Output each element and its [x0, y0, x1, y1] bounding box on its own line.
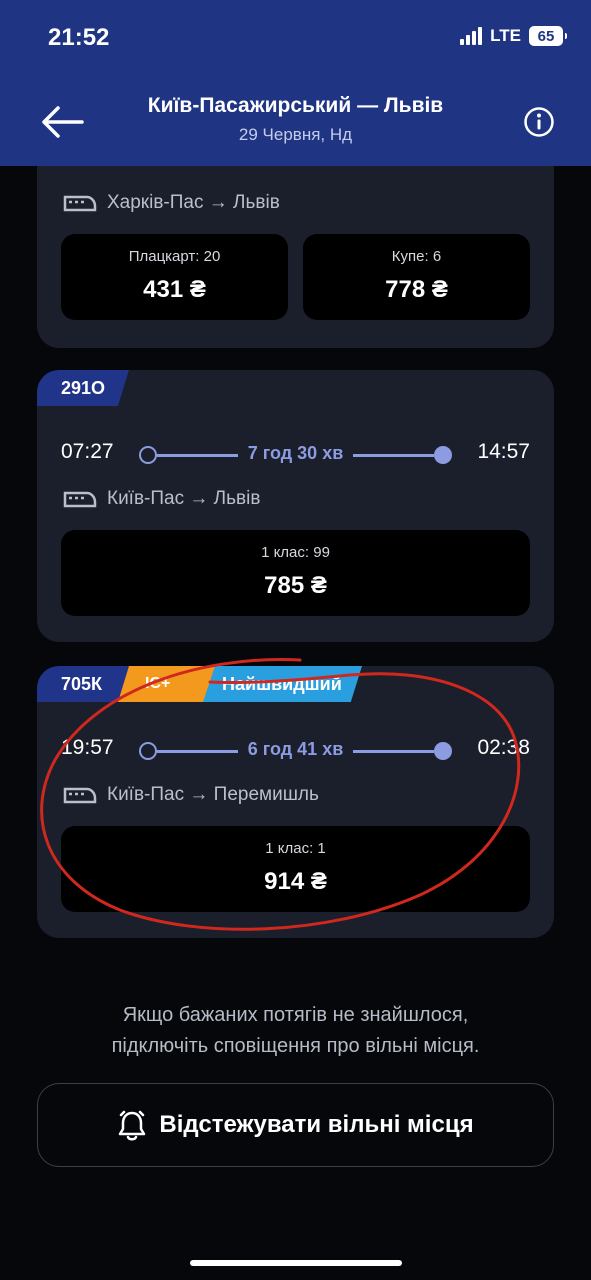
ic-plus-badge: IC+	[115, 666, 215, 702]
note-line: підключіть сповіщення про вільні місця.	[111, 1035, 480, 1057]
info-icon	[524, 107, 554, 137]
page-title: Київ-Пасажирський — Львів	[147, 94, 444, 117]
status-icons: LTE 65	[460, 26, 567, 46]
train-number-badge: 291О	[37, 370, 129, 406]
home-indicator[interactable]	[190, 1260, 402, 1266]
train-card[interactable]: Найшвидший IC+ 705К 19:57 6 год 41 хв 02…	[37, 666, 554, 938]
departure-time: 19:57	[61, 736, 114, 759]
network-label: LTE	[490, 26, 521, 45]
class-label: Плацкарт: 20	[128, 248, 221, 265]
route-text: Київ-Пас → Львів	[107, 488, 261, 509]
class-label: Купе: 6	[391, 248, 442, 265]
price-option[interactable]: 1 клас: 1 914 ₴	[61, 826, 530, 912]
train-card[interactable]: 291О 07:27 7 год 30 хв 14:57 Київ-Пас → …	[37, 370, 554, 642]
route-line: Київ-Пас → Перемишль	[63, 784, 319, 806]
status-time: 21:52	[48, 24, 110, 51]
no-trains-note: Якщо бажаних потягів не знайшлося, підкл…	[0, 1000, 591, 1062]
arrival-time: 02:38	[477, 736, 530, 759]
departure-time: 07:27	[61, 440, 114, 463]
duration: 6 год 41 хв	[237, 739, 354, 759]
info-button[interactable]	[523, 106, 555, 138]
page-subtitle: 29 Червня, Нд	[238, 125, 353, 144]
signal-icon	[460, 27, 483, 45]
train-icon	[63, 491, 97, 508]
train-icon	[63, 787, 97, 804]
bell-icon	[119, 1110, 146, 1141]
header: 21:52 LTE 65 Київ-Пасажирський — Львів 2…	[0, 0, 591, 166]
battery-icon: 65	[529, 26, 567, 46]
duration: 7 год 30 хв	[237, 443, 354, 463]
train-number-badge: 705К	[37, 666, 129, 702]
time-row: 07:27 7 год 30 хв 14:57	[61, 440, 530, 470]
track-free-seats-button[interactable]: Відстежувати вільні місця	[37, 1083, 554, 1167]
time-row: 19:57 6 год 41 хв 02:38	[61, 736, 530, 766]
note-line: Якщо бажаних потягів не знайшлося,	[122, 1004, 469, 1026]
route-text: Київ-Пас → Перемишль	[107, 784, 319, 805]
price-option[interactable]: Плацкарт: 20 431 ₴	[61, 234, 288, 320]
train-icon	[63, 195, 97, 212]
price-option[interactable]: Купе: 6 778 ₴	[303, 234, 530, 320]
route-line: Харків-Пас → Львів	[63, 192, 280, 214]
price-value: 785 ₴	[264, 572, 327, 599]
fastest-badge: Найшвидший	[202, 666, 362, 702]
journey-timeline: 6 год 41 хв	[139, 739, 452, 763]
journey-timeline: 7 год 30 хв	[139, 443, 452, 467]
class-label: 1 клас: 99	[261, 544, 330, 561]
arrival-time: 14:57	[477, 440, 530, 463]
price-value: 778 ₴	[385, 276, 448, 303]
class-label: 1 клас: 1	[265, 840, 326, 857]
track-button-label: Відстежувати вільні місця	[159, 1111, 474, 1138]
price-value: 914 ₴	[264, 868, 327, 895]
price-option[interactable]: 1 клас: 99 785 ₴	[61, 530, 530, 616]
route-line: Київ-Пас → Львів	[63, 488, 260, 510]
price-value: 431 ₴	[143, 276, 206, 303]
route-text: Харків-Пас → Львів	[107, 192, 280, 213]
